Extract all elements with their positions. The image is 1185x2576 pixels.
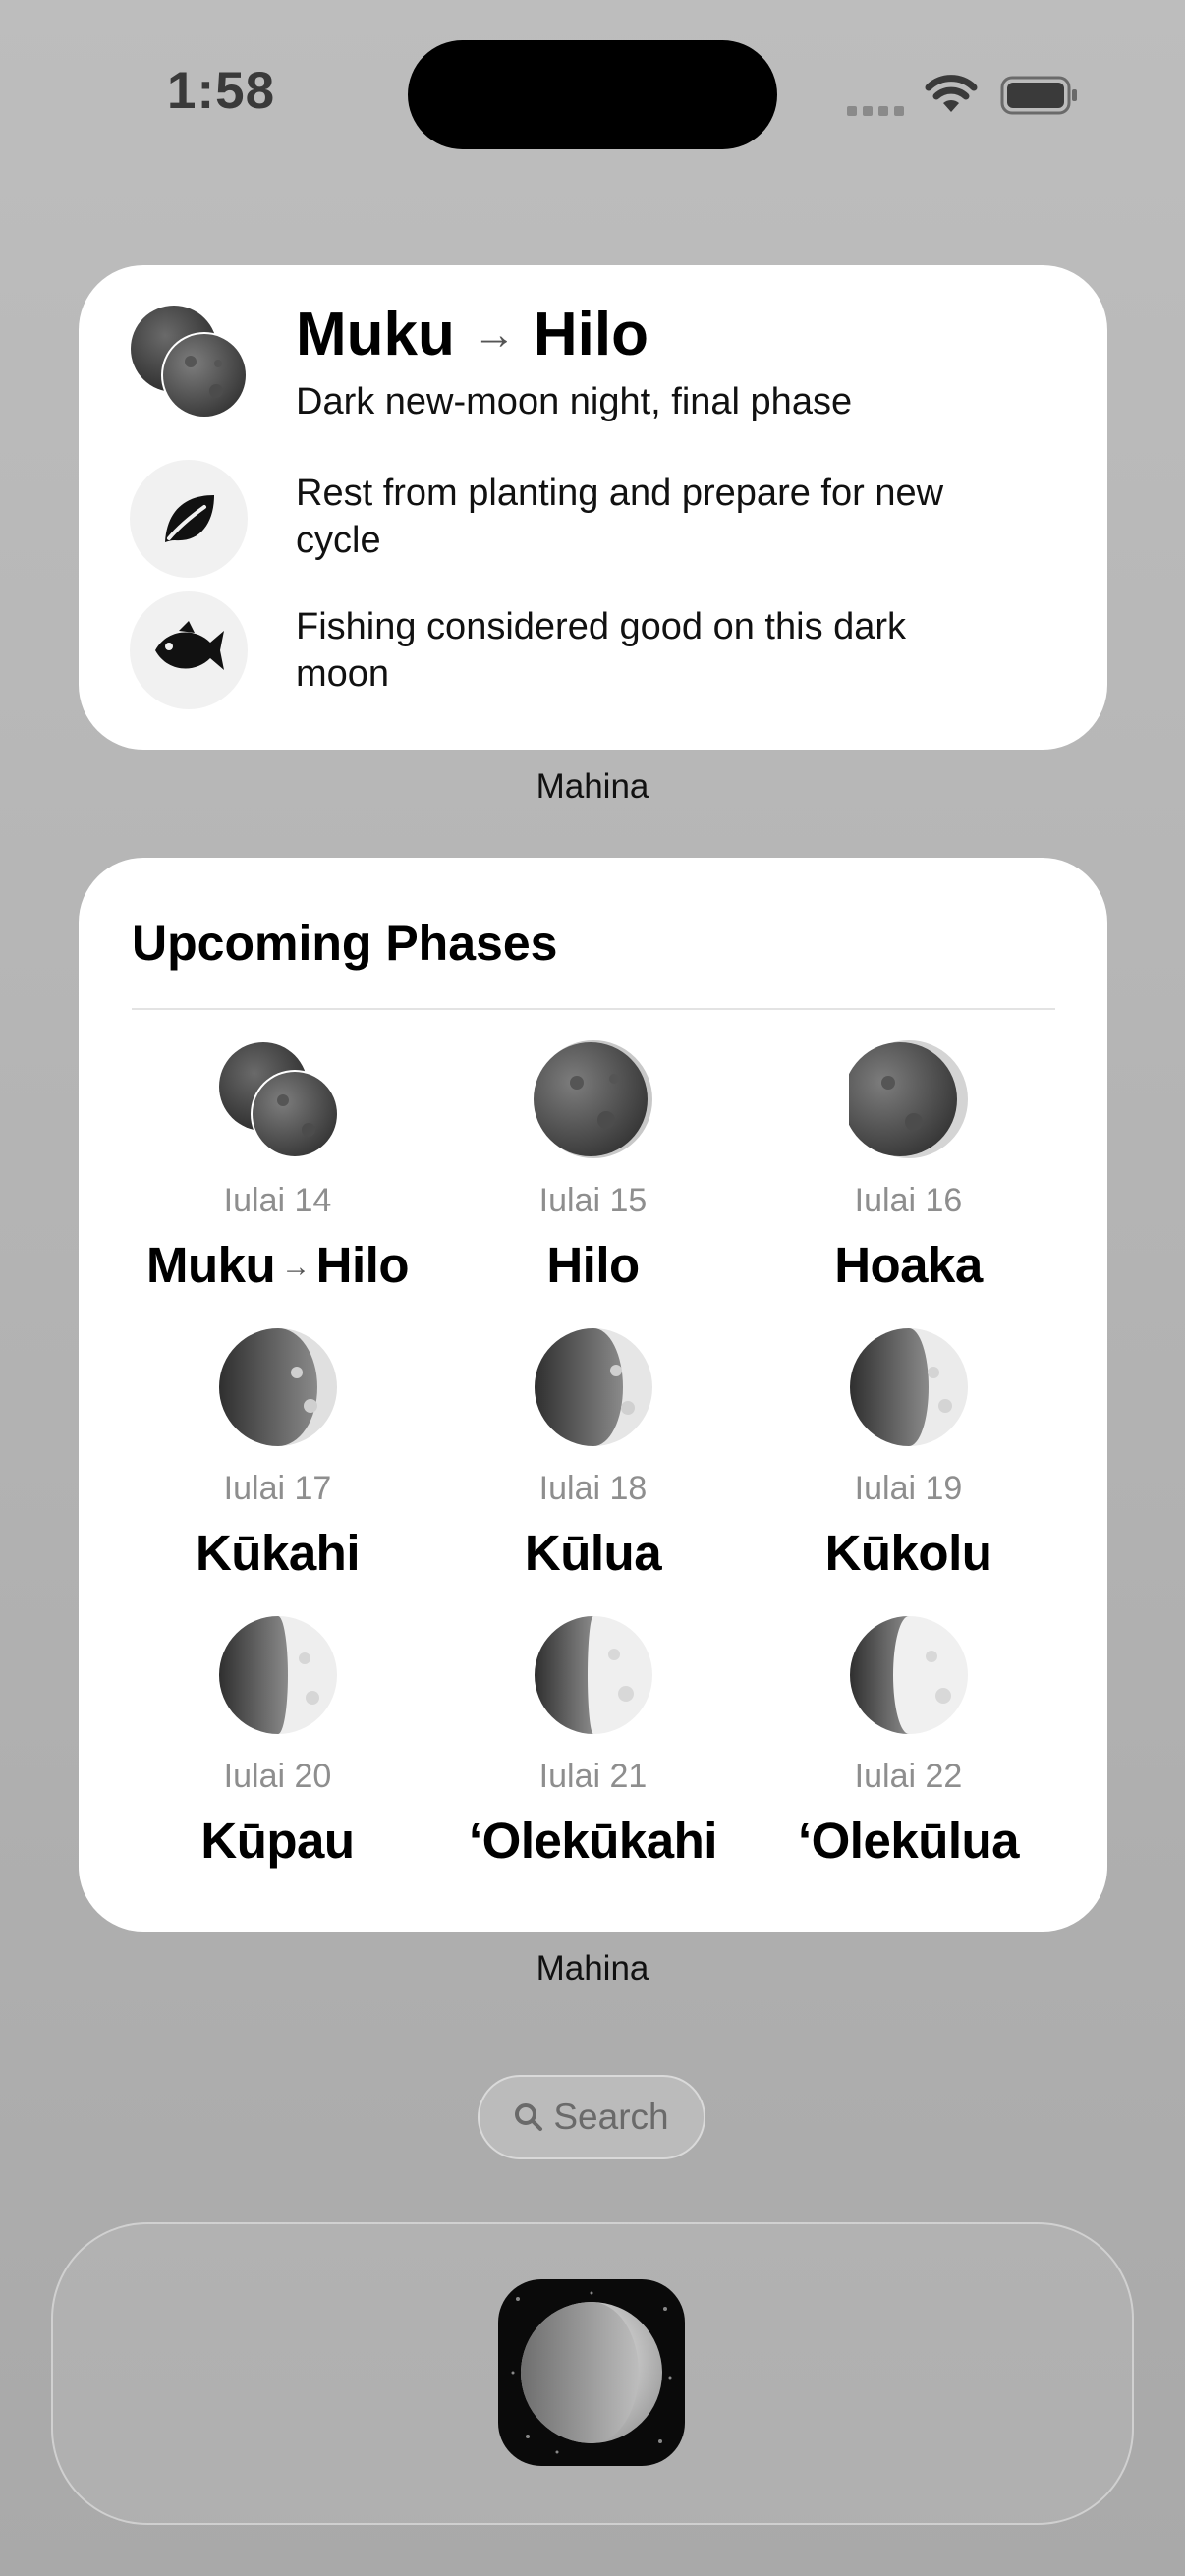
search-icon — [515, 2103, 543, 2131]
phase-date: Iulai 18 — [538, 1470, 648, 1507]
phase-cell[interactable]: Iulai 18 Kūlua — [435, 1317, 751, 1605]
widget-caption: Mahina — [536, 1949, 649, 1988]
fish-icon — [130, 591, 248, 709]
leaf-icon — [130, 460, 248, 578]
phase-date: Iulai 15 — [538, 1182, 648, 1219]
phase-name: ʻOlekūlua — [797, 1813, 1020, 1869]
phase-cell[interactable]: Iulai 19 Kūkolu — [751, 1317, 1066, 1605]
moon-icon — [535, 1328, 652, 1446]
phase-date: Iulai 22 — [854, 1758, 963, 1795]
today-phase-widget[interactable]: Muku → Hilo Dark new-moon night, final p… — [79, 265, 1107, 750]
phase-name: Kūkahi — [195, 1525, 361, 1581]
moon-icon — [219, 1328, 337, 1446]
phase-name: Muku → Hilo — [120, 1236, 435, 1294]
phase-name: Kūlua — [524, 1525, 662, 1581]
search-label: Search — [553, 2097, 669, 2137]
phase-cell[interactable]: Iulai 16 Hoaka — [751, 1030, 1066, 1317]
moon-icon — [849, 1040, 968, 1158]
divider — [132, 1008, 1055, 1010]
moon-icon — [850, 1328, 968, 1446]
phase-name: Hoaka — [834, 1237, 983, 1293]
status-icons — [847, 69, 1083, 124]
phases-grid: Iulai 14 Muku → Hilo Iulai 15 Hilo Iulai 1… — [120, 1030, 1066, 1893]
moon-icon — [535, 1616, 652, 1734]
phase-date: Iulai 17 — [223, 1470, 332, 1507]
phase-date: Iulai 16 — [854, 1182, 963, 1219]
moon-icon — [850, 1616, 968, 1734]
moon-icon — [219, 1616, 337, 1734]
status-time: 1:58 — [167, 62, 276, 120]
spotlight-search-button[interactable]: Search — [478, 2075, 705, 2159]
phase-to: Hilo — [533, 301, 649, 368]
moon-icon — [534, 1040, 652, 1158]
phase-date: Iulai 19 — [854, 1470, 963, 1507]
phase-cell[interactable]: Iulai 17 Kūkahi — [120, 1317, 435, 1605]
planting-note: Rest from planting and prepare for new c… — [296, 473, 944, 561]
moon-transition-icon — [131, 306, 248, 419]
phase-description: Dark new-moon night, final phase — [296, 381, 853, 422]
phase-name: Kūpau — [200, 1813, 355, 1869]
phase-name: Hilo — [546, 1237, 640, 1293]
phase-cell[interactable]: Iulai 15 Hilo — [435, 1030, 751, 1317]
wifi-icon — [925, 75, 978, 112]
upcoming-phases-widget[interactable]: Upcoming Phases Iulai 14 Muku → Hilo Iulai… — [79, 858, 1107, 1932]
cellular-signal-icon — [847, 106, 904, 116]
double-moon-icon — [219, 1042, 338, 1158]
widget-caption: Mahina — [536, 767, 649, 806]
current-phase-title: Muku → Hilo — [296, 300, 649, 369]
battery-icon — [1000, 76, 1077, 115]
phase-cell[interactable]: Iulai 22 ʻOlekūlua — [751, 1605, 1066, 1893]
phase-from: Muku — [296, 301, 455, 368]
phase-name-from: Muku — [146, 1237, 276, 1293]
phase-date: Iulai 21 — [538, 1758, 648, 1795]
phase-cell[interactable]: Iulai 21 ʻOlekūkahi — [435, 1605, 751, 1893]
widget-title: Upcoming Phases — [132, 916, 558, 971]
phase-name: Kūkolu — [824, 1525, 992, 1581]
phase-date: Iulai 14 — [223, 1182, 332, 1219]
arrow-right-icon: → — [472, 309, 516, 359]
dynamic-island — [408, 40, 777, 149]
moon-app-icon — [511, 2291, 672, 2454]
phase-date: Iulai 20 — [223, 1758, 332, 1795]
phase-cell[interactable]: Iulai 14 Muku → Hilo — [120, 1030, 435, 1317]
phase-name: ʻOlekūkahi — [469, 1813, 717, 1869]
phase-cell[interactable]: Iulai 20 Kūpau — [120, 1605, 435, 1893]
moon-app-icon[interactable] — [498, 2279, 685, 2466]
phase-name-to: Hilo — [315, 1237, 410, 1293]
fishing-note: Fishing considered good on this dark moo… — [296, 606, 907, 695]
arrow-right-icon: → — [281, 1251, 310, 1283]
